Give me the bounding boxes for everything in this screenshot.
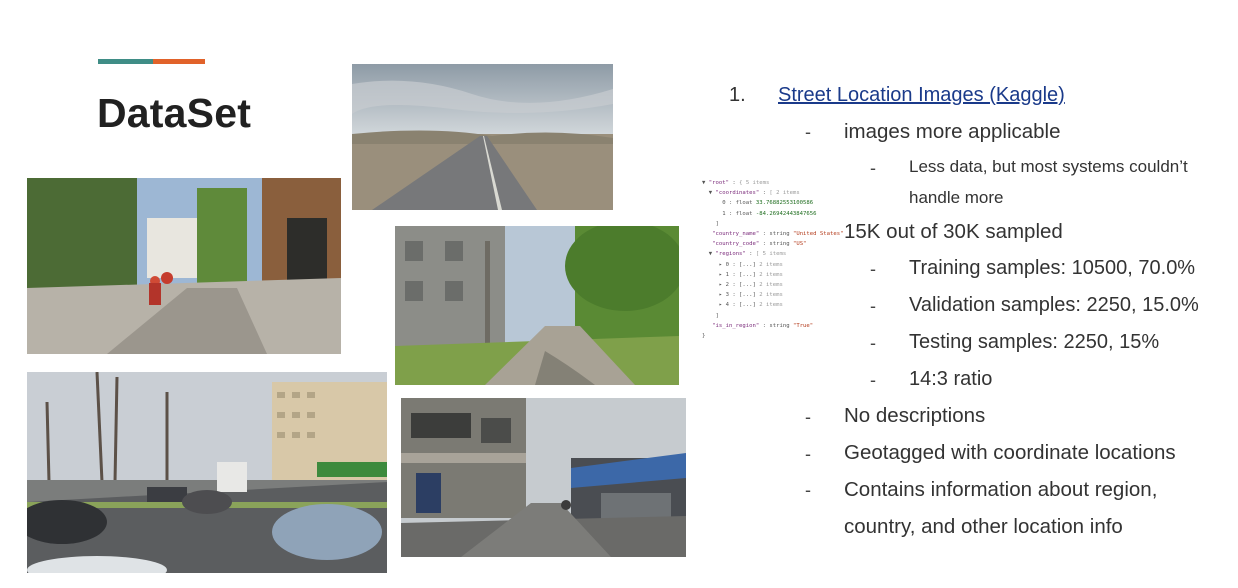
photo-city-avenue xyxy=(27,372,387,573)
json-root-key: "root" xyxy=(708,180,729,186)
json-regions-key: "regions" xyxy=(715,251,746,258)
json-region-item-meta: 2 items xyxy=(759,271,783,278)
list-dash: - xyxy=(870,296,876,316)
photo-village-road xyxy=(395,226,679,385)
list-dash: - xyxy=(805,122,811,142)
json-region-item-meta: 2 items xyxy=(759,282,783,289)
photo-plaza-street xyxy=(27,178,341,354)
list-item-no-desc: No descriptions xyxy=(844,404,986,427)
json-region-item-meta: 2 items xyxy=(759,261,783,268)
json-country-code-value: "US" xyxy=(792,241,807,248)
list-dash: - xyxy=(805,407,811,427)
list-item-geotagged: Geotagged with coordinate locations xyxy=(844,441,1176,464)
json-region-item-meta: 2 items xyxy=(759,292,783,299)
photo-market-street xyxy=(401,398,686,557)
json-root-meta: { 5 items xyxy=(739,180,770,186)
list-item-sampled: 15K out of 30K sampled xyxy=(844,220,1063,243)
json-country-code-key: "country_code" xyxy=(712,241,760,248)
list-item-less-data-cont: handle more xyxy=(909,188,1004,207)
list-item-validation: Validation samples: 2250, 15.0% xyxy=(909,294,1199,316)
list-number-1: 1. xyxy=(729,84,746,106)
json-coord1-value: -84.26942443847656 xyxy=(755,210,817,217)
json-is-in-region-value: "True" xyxy=(792,322,814,329)
json-region-item-meta: 2 items xyxy=(759,302,783,309)
kaggle-dataset-link[interactable]: Street Location Images (Kaggle) xyxy=(778,84,1065,107)
json-preview: ▼ "root" : { 5 items ▼ "coordinates" : [… xyxy=(702,180,844,340)
accent-bar-orange xyxy=(153,59,205,64)
list-dash: - xyxy=(870,370,876,390)
list-item-training: Training samples: 10500, 70.0% xyxy=(909,257,1196,279)
photo-steppe-road xyxy=(352,64,613,210)
json-coord0-value: 33.76882553100586 xyxy=(755,200,814,207)
json-regions-meta: [ 5 items xyxy=(755,251,787,258)
json-coord-meta: [ 2 items xyxy=(769,190,800,197)
list-item-contains-cont: country, and other location info xyxy=(844,515,1123,538)
list-item-applicable: images more applicable xyxy=(844,120,1061,143)
accent-bar-teal xyxy=(98,59,153,64)
list-dash: - xyxy=(870,259,876,279)
list-item-less-data: Less data, but most systems couldn’t xyxy=(909,157,1188,176)
list-item-ratio: 14:3 ratio xyxy=(909,368,993,390)
list-dash: - xyxy=(805,444,811,464)
list-item-testing: Testing samples: 2250, 15% xyxy=(909,331,1160,353)
list-dash: - xyxy=(870,158,876,178)
list-item-contains: Contains information about region, xyxy=(844,478,1158,501)
slide-title: DataSet xyxy=(97,90,252,136)
list-dash: - xyxy=(870,333,876,353)
json-coordinates-key: "coordinates" xyxy=(715,190,760,197)
json-is-in-region-key: "is_in_region" xyxy=(712,322,760,329)
json-country-name-key: "country_name" xyxy=(712,231,760,238)
list-dash: - xyxy=(805,480,811,500)
json-country-name-value: "United States" xyxy=(792,231,844,238)
